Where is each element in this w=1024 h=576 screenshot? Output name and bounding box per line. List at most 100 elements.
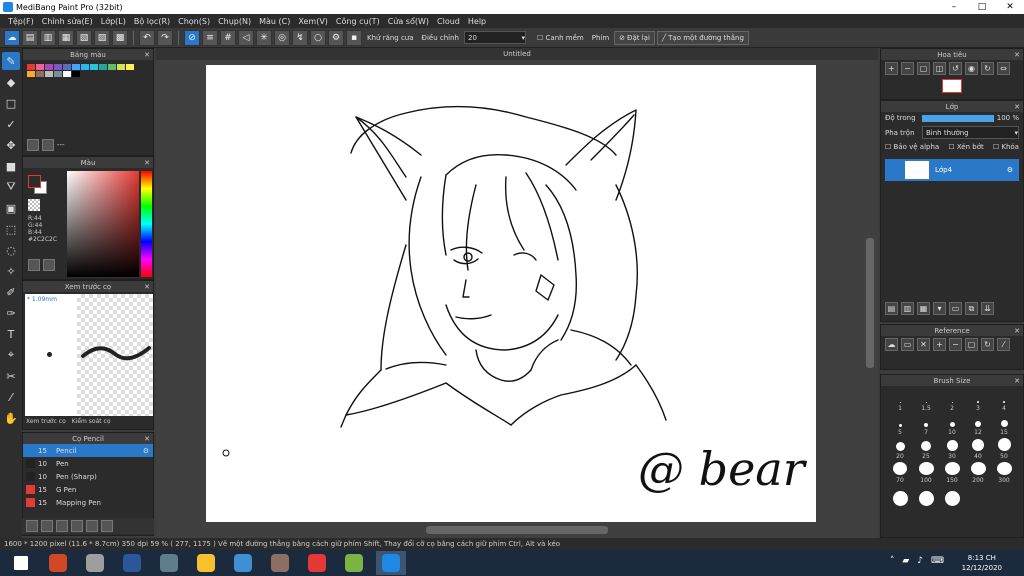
hue-slider[interactable]: [141, 171, 152, 277]
taskbar-snipping-icon[interactable]: [302, 551, 332, 575]
comment-icon[interactable]: ▦: [58, 29, 74, 46]
new-layer-icon[interactable]: ▤: [885, 302, 898, 315]
magic-wand-icon[interactable]: ✧: [2, 262, 20, 280]
palette-swatch[interactable]: [63, 64, 71, 70]
snap-off-icon[interactable]: ⊘: [184, 29, 200, 46]
settings-icon[interactable]: ⚙: [328, 29, 344, 46]
brush-folder-icon[interactable]: [71, 520, 83, 532]
palette-swatch[interactable]: [45, 64, 53, 70]
palette-swatch[interactable]: [45, 71, 53, 77]
horizontal-scrollbar[interactable]: [426, 526, 608, 534]
brush-size-option[interactable]: 200: [965, 462, 991, 484]
close-icon[interactable]: ✕: [1014, 377, 1020, 385]
chevron-up-icon[interactable]: ˄: [890, 556, 895, 566]
close-icon[interactable]: ✕: [144, 51, 150, 59]
menu-select[interactable]: Chọn(S): [174, 17, 214, 26]
save-icon[interactable]: ▧: [76, 29, 92, 46]
create-line-button[interactable]: ╱ Tạo một đường thẳng: [656, 30, 749, 45]
brush-size-option[interactable]: 50: [991, 438, 1017, 460]
tab-brush-control[interactable]: Kiểm soát cọ: [69, 415, 114, 429]
brush-menu-icon[interactable]: [41, 520, 53, 532]
keyboard-icon[interactable]: ⌨: [931, 556, 944, 566]
dot-tool-icon[interactable]: ✓: [2, 115, 20, 133]
taskbar-start-icon[interactable]: [6, 551, 36, 575]
zoom-in-icon[interactable]: +: [933, 338, 946, 351]
opacity-slider[interactable]: [922, 114, 994, 122]
bucket-tool-icon[interactable]: ⛛: [2, 178, 20, 196]
close-icon[interactable]: ✕: [144, 159, 150, 167]
rotate-left-icon[interactable]: ↺: [949, 62, 962, 75]
smoothing-checkbox[interactable]: ☐ Canh mềm: [534, 34, 587, 42]
taskbar-app-icon[interactable]: [339, 551, 369, 575]
menu-layer[interactable]: Lớp(L): [97, 17, 130, 26]
brush-size-option[interactable]: 3: [965, 390, 991, 412]
zoom-in-icon[interactable]: +: [885, 62, 898, 75]
curve-snap-icon[interactable]: ↯: [292, 29, 308, 46]
delete-swatch-icon[interactable]: [42, 139, 54, 151]
zoom-out-icon[interactable]: −: [949, 338, 962, 351]
brush-size-option[interactable]: 4: [991, 390, 1017, 412]
palette-swatch[interactable]: [72, 64, 80, 70]
menu-cloud[interactable]: Cloud: [433, 17, 464, 26]
saturation-value-picker[interactable]: [67, 171, 139, 277]
palette-swatch[interactable]: [36, 71, 44, 77]
cloud-icon[interactable]: ☁: [885, 338, 898, 351]
brush-size-option[interactable]: 40: [965, 438, 991, 460]
hand-tool-icon[interactable]: ✋: [2, 409, 20, 427]
lock-checkbox[interactable]: ☐ Khóa: [993, 143, 1019, 151]
eyedropper-icon[interactable]: ⁄: [997, 338, 1010, 351]
menu-file[interactable]: Tệp(F): [4, 17, 38, 26]
brush-settings-icon[interactable]: [56, 520, 68, 532]
menu-filter[interactable]: Bộ lọc(R): [130, 17, 174, 26]
menu-color[interactable]: Màu (C): [255, 17, 294, 26]
zoom-actual-icon[interactable]: ◫: [933, 62, 946, 75]
protect-alpha-checkbox[interactable]: ☐ Bảo vệ alpha: [885, 143, 939, 151]
new-halftone-layer-icon[interactable]: ▥: [901, 302, 914, 315]
close-icon[interactable]: ✕: [1014, 51, 1020, 59]
menu-edit[interactable]: Chỉnh sửa(E): [38, 17, 97, 26]
tab-brush-preview[interactable]: Xem trước cọ: [23, 415, 69, 429]
parallel-snap-icon[interactable]: ≡: [202, 29, 218, 46]
fill-rect-icon[interactable]: ■: [2, 157, 20, 175]
ellipse-snap-icon[interactable]: ○: [310, 29, 326, 46]
drawing-canvas[interactable]: @ bear: [206, 65, 816, 522]
close-icon[interactable]: ✕: [144, 283, 150, 291]
operation-tool-icon[interactable]: ⌖: [2, 346, 20, 364]
rect-tool-icon[interactable]: □: [2, 94, 20, 112]
palette-swatch[interactable]: [72, 71, 80, 77]
open-file-icon[interactable]: ▥: [40, 29, 56, 46]
foreground-color-swatch[interactable]: [28, 175, 41, 188]
brush-delete-icon[interactable]: [101, 520, 113, 532]
maximize-button[interactable]: □: [968, 0, 996, 14]
color-mix-icon[interactable]: [43, 259, 55, 271]
palette-swatch[interactable]: [117, 64, 125, 70]
brush-size-option[interactable]: 5: [887, 414, 913, 436]
taskbar-word-icon[interactable]: [117, 551, 147, 575]
palette-icon[interactable]: [28, 259, 40, 271]
divide-tool-icon[interactable]: ✂: [2, 367, 20, 385]
vertical-scrollbar[interactable]: [866, 238, 874, 368]
export-icon[interactable]: ▨: [94, 29, 110, 46]
upload-icon[interactable]: ▩: [112, 29, 128, 46]
menu-snap[interactable]: Chụp(N): [214, 17, 255, 26]
add-layer-menu-icon[interactable]: ▾: [933, 302, 946, 315]
zoom-out-icon[interactable]: −: [901, 62, 914, 75]
brush-size-option[interactable]: 25: [913, 438, 939, 460]
brush-size-option[interactable]: 300: [991, 462, 1017, 484]
gradient-tool-icon[interactable]: ▣: [2, 199, 20, 217]
grid-snap-icon[interactable]: #: [220, 29, 236, 46]
add-swatch-icon[interactable]: [27, 139, 39, 151]
new-file-icon[interactable]: ▤: [22, 29, 38, 46]
brush-size-option[interactable]: [939, 486, 965, 508]
lasso-tool-icon[interactable]: ◌: [2, 241, 20, 259]
close-icon[interactable]: ✕: [917, 338, 930, 351]
brush-size-option[interactable]: [887, 486, 913, 508]
taskbar-medibang-icon[interactable]: [376, 551, 406, 575]
brush-size-option[interactable]: 100: [913, 462, 939, 484]
fit-icon[interactable]: ▢: [917, 62, 930, 75]
brush-copy-icon[interactable]: [86, 520, 98, 532]
palette-swatch[interactable]: [36, 64, 44, 70]
document-tab[interactable]: Untitled: [156, 48, 878, 60]
flip-icon[interactable]: ⇔: [997, 62, 1010, 75]
network-icon[interactable]: ▰: [902, 556, 909, 566]
